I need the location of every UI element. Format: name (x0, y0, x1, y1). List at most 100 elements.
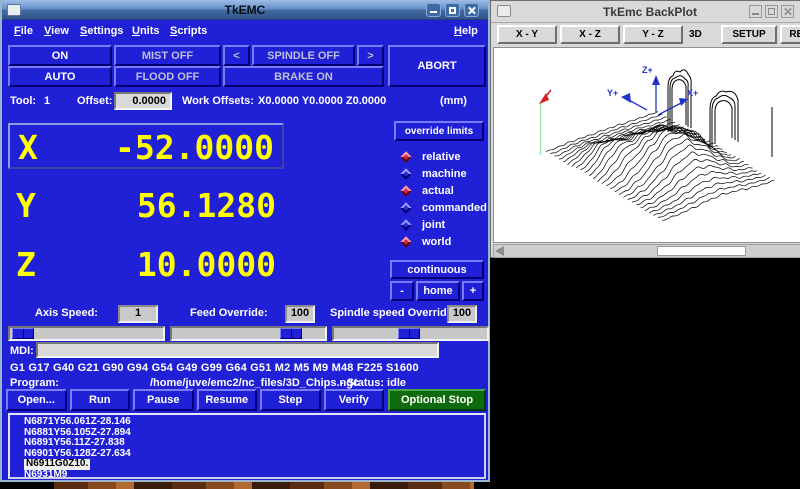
reset-button[interactable]: RESET (780, 25, 800, 44)
radio-actual-diamond-icon (400, 185, 411, 196)
backplot-canvas[interactable]: Z+ Y+ X+ (493, 47, 800, 243)
axis-speed-slider[interactable] (8, 326, 165, 341)
program-text-display[interactable]: N6871Y56.061Z-28.146 N6881Y56.105Z-27.89… (8, 413, 486, 479)
run-button[interactable]: Run (70, 389, 131, 411)
dro-axis-z[interactable]: Z 10.0000 (8, 242, 284, 288)
menu-units[interactable]: Units (132, 25, 160, 37)
machine-on-button[interactable]: ON (8, 45, 112, 66)
axis-speed-slider-thumb[interactable] (12, 328, 34, 339)
program-path: /home/juve/emc2/nc_files/3D_Chips.ngc (150, 377, 359, 389)
menu-settings[interactable]: Settings (80, 25, 123, 37)
work-offsets-label: Work Offsets: (182, 95, 254, 107)
tool-offset-entry[interactable]: 0.0000 (114, 92, 172, 110)
units-label: (mm) (440, 95, 467, 107)
dro-x-value: -52.0000 (115, 128, 274, 167)
tkemc-titlebar[interactable]: TkEMC (2, 0, 488, 20)
gcode-line: N6931M9 (24, 470, 484, 480)
brake-button[interactable]: BRAKE ON (223, 66, 384, 87)
spindle-button[interactable]: SPINDLE OFF (252, 45, 355, 66)
resume-button[interactable]: Resume (197, 389, 258, 411)
gcode-line-current: N6911G0Z10. (24, 459, 90, 470)
spindle-override-slider-thumb[interactable] (398, 328, 420, 339)
axis-speed-label: Axis Speed: (35, 307, 98, 319)
mode-auto-button[interactable]: AUTO (8, 66, 112, 87)
home-button[interactable]: home (416, 281, 460, 301)
mist-button[interactable]: MIST OFF (114, 45, 221, 66)
backplot-window: TkEmc BackPlot X - Y X - Z Y - Z 3D SETU… (490, 0, 800, 258)
tool-marker (539, 90, 551, 155)
window-title: TkEMC (2, 3, 488, 17)
dro-z-label: Z (16, 245, 36, 284)
dro-y-label: Y (16, 186, 36, 225)
optional-stop-button[interactable]: Optional Stop (388, 389, 486, 411)
program-label: Program: (10, 377, 59, 389)
desktop: TkEMC File View Settings Units Scripts H… (0, 0, 800, 489)
radio-commanded-diamond-icon (400, 202, 411, 213)
active-gcodes: G1 G17 G40 G21 G90 G94 G54 G49 G99 G64 G… (10, 362, 419, 374)
offset-label: Offset: (77, 95, 112, 107)
program-controls: Open... Run Pause Resume Step Verify (6, 389, 384, 411)
mdi-input[interactable] (36, 342, 439, 358)
verify-button[interactable]: Verify (324, 389, 385, 411)
spindle-override-slider[interactable] (332, 326, 489, 341)
feed-override-slider[interactable] (170, 326, 327, 341)
feed-override-slider-thumb[interactable] (280, 328, 302, 339)
dro-axis-y[interactable]: Y 56.1280 (8, 183, 284, 229)
dro-axis-x[interactable]: X -52.0000 (8, 123, 284, 169)
menu-help[interactable]: Help (454, 25, 478, 37)
spindle-override-label: Spindle speed Override: (330, 307, 457, 319)
menubar: File View Settings Units Scripts Help (2, 21, 488, 42)
abort-button[interactable]: ABORT (388, 45, 486, 87)
x-axis-label: X+ (687, 88, 698, 98)
scroll-left-icon[interactable] (495, 246, 504, 256)
dro-y-value: 56.1280 (137, 186, 276, 225)
close-icon[interactable] (464, 3, 479, 17)
pause-button[interactable]: Pause (133, 389, 194, 411)
tool-label: Tool: (10, 95, 36, 107)
jog-mode-continuous-button[interactable]: continuous (390, 260, 484, 279)
dro-x-label: X (18, 128, 38, 167)
arch-shapes (668, 70, 772, 157)
mdi-label: MDI: (10, 345, 34, 357)
setup-button[interactable]: SETUP (721, 25, 777, 44)
jog-minus-button[interactable]: - (390, 281, 414, 301)
dro-z-value: 10.0000 (137, 245, 276, 284)
radio-world-diamond-icon (400, 236, 411, 247)
view-xz-button[interactable]: X - Z (560, 25, 620, 44)
menu-view[interactable]: View (44, 25, 69, 37)
spindle-override-value: 100 (447, 305, 477, 323)
program-status: - Status: idle (340, 377, 406, 389)
view-yz-button[interactable]: Y - Z (623, 25, 683, 44)
step-button[interactable]: Step (260, 389, 321, 411)
radio-relative-diamond-icon (400, 151, 411, 162)
menu-file[interactable]: File (14, 25, 33, 37)
gcode-line: N6871Y56.061Z-28.146 (24, 417, 484, 428)
backplot-close-icon[interactable] (781, 5, 794, 18)
flood-button[interactable]: FLOOD OFF (114, 66, 221, 87)
view-3d-label[interactable]: 3D (689, 29, 702, 40)
maximize-icon[interactable] (445, 3, 460, 17)
jog-plus-button[interactable]: + (462, 281, 484, 301)
spindle-decrease-button[interactable]: < (223, 45, 250, 66)
radio-joint-diamond-icon (400, 219, 411, 230)
backplot-titlebar[interactable]: TkEmc BackPlot (491, 1, 800, 23)
backplot-minimize-icon[interactable] (749, 5, 762, 18)
y-axis-label: Y+ (607, 88, 618, 98)
gcode-line: N6891Y56.11Z-27.838 (24, 438, 484, 449)
override-limits-button[interactable]: override limits (394, 121, 484, 141)
menu-scripts[interactable]: Scripts (170, 25, 207, 37)
radio-machine-diamond-icon (400, 168, 411, 179)
tkemc-window: TkEMC File View Settings Units Scripts H… (0, 0, 490, 482)
z-axis-label: Z+ (642, 65, 653, 75)
feed-override-label: Feed Override: (190, 307, 268, 319)
backplot-h-scrollbar[interactable] (493, 244, 800, 258)
scrollbar-thumb[interactable] (657, 246, 746, 256)
feed-override-value: 100 (285, 305, 315, 323)
desktop-wallpaper-strip (54, 482, 474, 489)
tool-value: 1 (44, 95, 50, 107)
open-button[interactable]: Open... (6, 389, 67, 411)
backplot-maximize-icon[interactable] (765, 5, 778, 18)
minimize-icon[interactable] (426, 3, 441, 17)
view-xy-button[interactable]: X - Y (497, 25, 557, 44)
spindle-increase-button[interactable]: > (357, 45, 384, 66)
